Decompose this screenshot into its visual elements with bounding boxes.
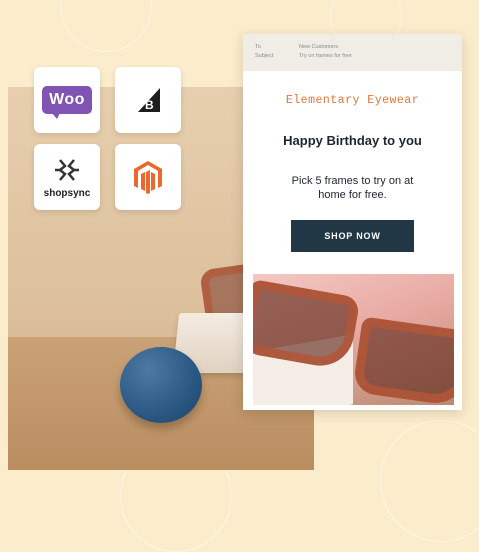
- magento-logo-tile[interactable]: [115, 144, 181, 210]
- to-value: New Customers: [299, 44, 339, 50]
- shopsync-logo-tile[interactable]: shopsync: [34, 144, 100, 210]
- background-swirl: [380, 420, 479, 542]
- shopsync-label: shopsync: [43, 187, 91, 199]
- shop-now-button[interactable]: SHOP NOW: [291, 220, 414, 252]
- bigcommerce-letter: B: [145, 98, 154, 112]
- to-row: To New Customers: [255, 43, 462, 52]
- email-headline: Happy Birthday to you: [283, 133, 422, 148]
- shopsync-logo: shopsync: [43, 156, 91, 199]
- bigcommerce-icon: B: [138, 88, 160, 112]
- magento-icon: [134, 161, 162, 194]
- hero-sunglasses-lens: [352, 316, 454, 405]
- email-header: To New Customers Subject Try on frames f…: [243, 34, 462, 71]
- woocommerce-logo-tile[interactable]: Woo: [34, 67, 100, 133]
- to-label: To: [255, 44, 261, 50]
- email-body-text: Pick 5 frames to try on at home for free…: [291, 175, 414, 201]
- brand-name: Elementary Eyewear: [285, 94, 420, 107]
- subject-label: Subject: [255, 53, 274, 59]
- shopsync-icon: [55, 158, 79, 181]
- blue-stone: [120, 347, 202, 423]
- woocommerce-logo: Woo: [42, 86, 92, 119]
- subject-row: Subject Try on frames for free: [255, 52, 462, 61]
- bigcommerce-logo-tile[interactable]: B: [115, 67, 181, 133]
- subject-value: Try on frames for free: [299, 53, 352, 59]
- background-swirl: [60, 0, 152, 52]
- email-preview: To New Customers Subject Try on frames f…: [243, 34, 462, 410]
- email-hero-image: [253, 274, 454, 405]
